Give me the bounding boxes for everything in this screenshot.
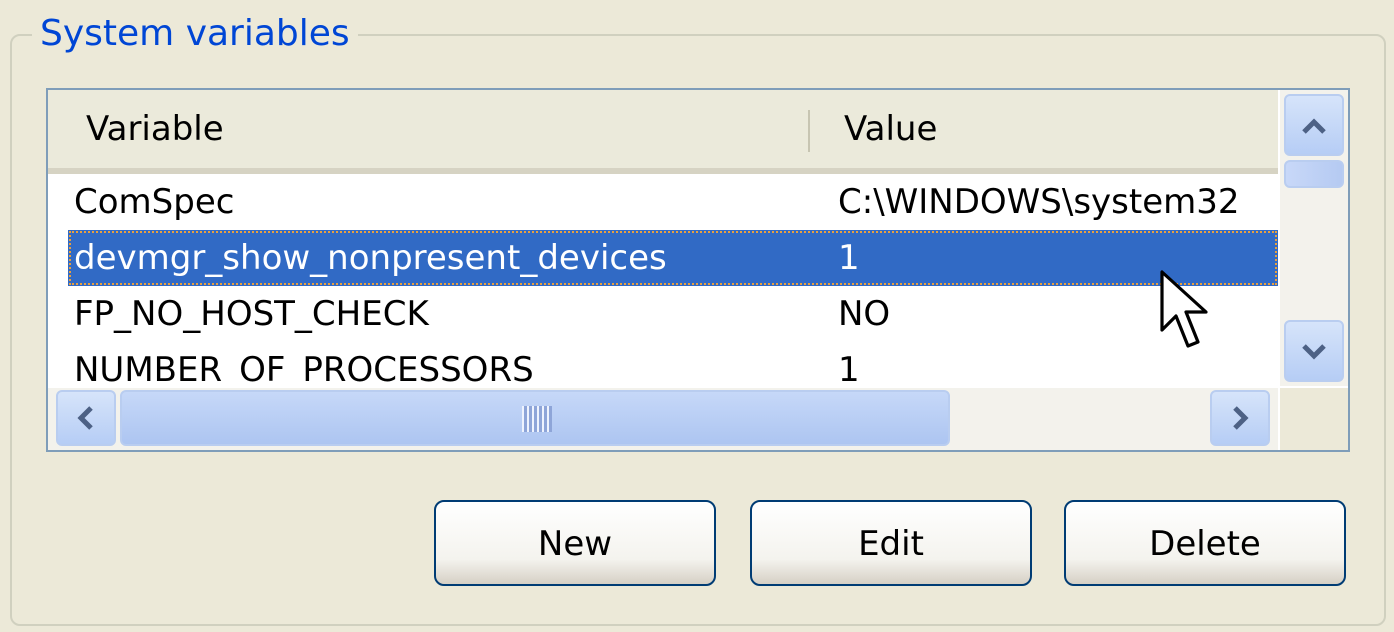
chevron-left-icon (77, 406, 93, 430)
system-variables-list[interactable]: Variable Value ComSpec C:\WINDOWS\system… (46, 88, 1350, 452)
vertical-scrollbar[interactable] (1280, 90, 1348, 386)
scroll-grip (522, 406, 552, 432)
variable-name: devmgr_show_nonpresent_devices (74, 238, 667, 278)
list-rows: ComSpec C:\WINDOWS\system32 devmgr_show_… (48, 174, 1278, 386)
column-divider[interactable] (808, 110, 810, 152)
delete-button[interactable]: Delete (1064, 500, 1346, 586)
list-item[interactable]: NUMBER_OF_PROCESSORS 1 (68, 342, 1278, 386)
variable-name: FP_NO_HOST_CHECK (74, 294, 429, 334)
scroll-down-button[interactable] (1284, 320, 1344, 382)
list-item-selected[interactable]: devmgr_show_nonpresent_devices 1 (68, 230, 1278, 286)
variable-value: 1 (838, 238, 860, 278)
variable-name: NUMBER_OF_PROCESSORS (74, 350, 534, 386)
column-header-value[interactable]: Value (844, 90, 937, 168)
column-header-variable[interactable]: Variable (86, 90, 224, 168)
list-header: Variable Value (48, 90, 1278, 174)
chevron-down-icon (1302, 344, 1326, 360)
scrollbar-corner (1280, 388, 1348, 450)
chevron-up-icon (1302, 118, 1326, 134)
list-item[interactable]: FP_NO_HOST_CHECK NO (68, 286, 1278, 342)
scroll-right-button[interactable] (1210, 390, 1270, 446)
variable-value: C:\WINDOWS\system32 (838, 182, 1240, 222)
group-title: System variables (32, 10, 358, 58)
horizontal-scroll-thumb[interactable] (120, 390, 950, 446)
mouse-pointer-icon (1160, 270, 1208, 348)
variable-value: 1 (838, 350, 860, 386)
vertical-scroll-thumb[interactable] (1284, 160, 1344, 188)
scroll-left-button[interactable] (56, 390, 116, 446)
chevron-right-icon (1233, 406, 1249, 430)
edit-button[interactable]: Edit (750, 500, 1032, 586)
variable-value: NO (838, 294, 891, 334)
new-button[interactable]: New (434, 500, 716, 586)
list-item[interactable]: ComSpec C:\WINDOWS\system32 (68, 174, 1278, 230)
scroll-up-button[interactable] (1284, 94, 1344, 156)
horizontal-scrollbar[interactable] (48, 388, 1278, 450)
variable-name: ComSpec (74, 182, 235, 222)
